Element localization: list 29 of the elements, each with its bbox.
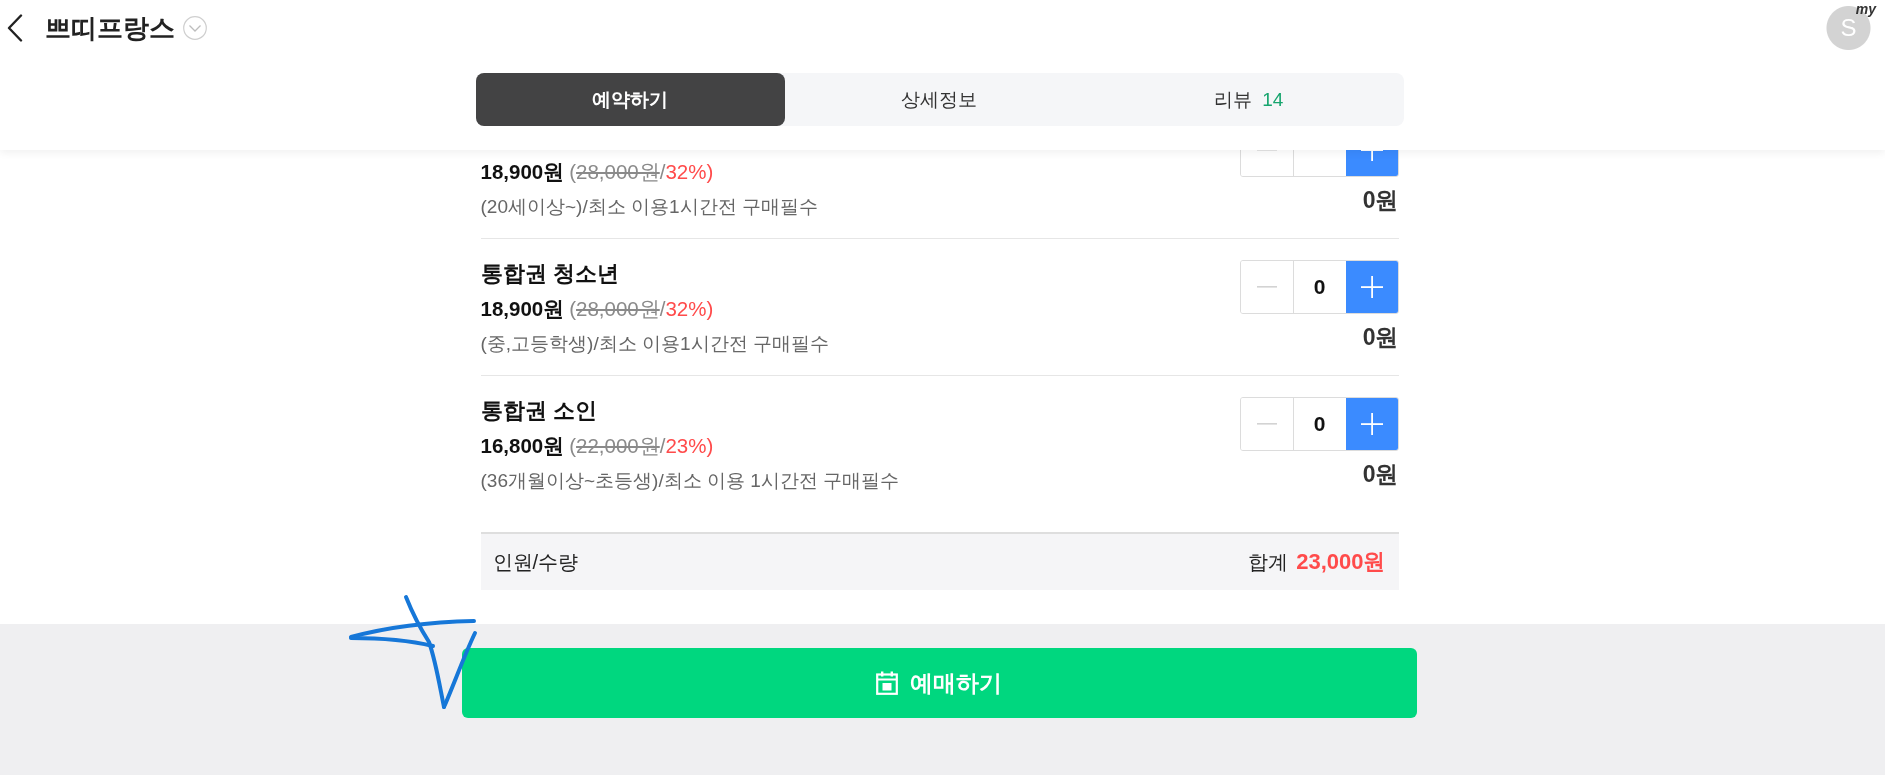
subtotal-text: 0원 xyxy=(1362,186,1399,214)
total-value: 23,000원 xyxy=(1296,548,1386,576)
price-text: 18,900원 (28,000원/32%) xyxy=(480,158,715,185)
tab[interactable]: 상세정보 xyxy=(784,73,1095,126)
minus-icon xyxy=(1256,423,1277,425)
ticket-description: (36개월이상~초등생)/최소 이용 1시간전 구매필수 xyxy=(480,468,900,493)
increase-button[interactable] xyxy=(1345,261,1398,313)
quantity-value: 0 xyxy=(1313,275,1326,299)
subtotal-text: 0원 xyxy=(1362,323,1399,351)
quantity-value: 0 xyxy=(1313,412,1326,436)
ticket-description: (중,고등학생)/최소 이용1시간전 구매필수 xyxy=(480,331,829,356)
plus-icon xyxy=(1360,413,1383,435)
price-text: 18,900원 (28,000원/32%) xyxy=(480,295,715,322)
ticket-description: (20세이상~)/최소 이용1시간전 구매필수 xyxy=(480,194,818,219)
subtotal-text: 0원 xyxy=(1362,460,1399,488)
page-title: 쁘띠프랑스 xyxy=(45,12,175,45)
plus-icon xyxy=(1360,276,1383,298)
back-button[interactable] xyxy=(7,14,23,42)
chevron-left-icon xyxy=(7,14,23,42)
increase-button[interactable] xyxy=(1345,398,1398,450)
minus-icon xyxy=(1256,286,1277,288)
ticket-name: 통합권 소인 xyxy=(480,396,597,425)
price-text: 16,800원 (22,000원/23%) xyxy=(480,432,715,459)
total-label: 합계 xyxy=(1248,549,1289,575)
tab[interactable]: 예약하기 xyxy=(475,73,785,126)
calendar-icon xyxy=(876,671,898,695)
ticket-name: 통합권 청소년 xyxy=(480,259,619,288)
tab[interactable]: 리뷰 14 xyxy=(1094,73,1404,126)
summary-label: 인원/수량 xyxy=(492,549,579,575)
